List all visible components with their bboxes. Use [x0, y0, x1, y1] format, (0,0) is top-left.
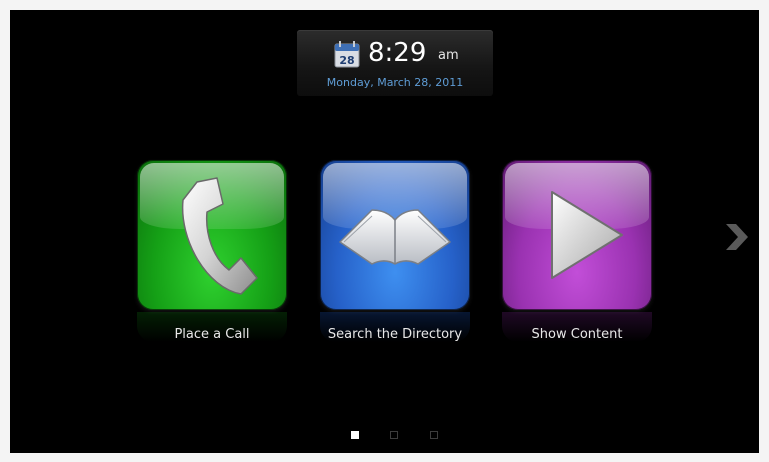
place-call-label[interactable]: Place a Call — [112, 326, 312, 344]
page-indicator-3[interactable] — [430, 431, 438, 439]
home-screen: 28 8:29 am Monday, March 28, 2011 Place … — [10, 10, 759, 453]
search-directory-label[interactable]: Search the Directory — [295, 326, 495, 344]
show-content-label[interactable]: Show Content — [477, 326, 677, 344]
open-book-icon — [339, 209, 451, 265]
place-call-tile[interactable] — [137, 160, 287, 310]
chevron-right-icon[interactable] — [722, 222, 750, 252]
page-indicator-2[interactable] — [390, 431, 398, 439]
calendar-day: 28 — [339, 54, 354, 67]
clock-ampm: am — [438, 48, 459, 63]
search-directory-tile[interactable] — [320, 160, 470, 310]
phone-handset-icon — [181, 177, 258, 295]
clock-widget: 28 8:29 am Monday, March 28, 2011 — [297, 30, 493, 96]
calendar-icon: 28 — [334, 41, 360, 68]
show-content-tile[interactable] — [502, 160, 652, 310]
clock-date: Monday, March 28, 2011 — [326, 76, 464, 89]
play-icon — [551, 191, 623, 279]
page-indicator-1[interactable] — [351, 431, 359, 439]
clock-time: 8:29 — [368, 38, 427, 68]
